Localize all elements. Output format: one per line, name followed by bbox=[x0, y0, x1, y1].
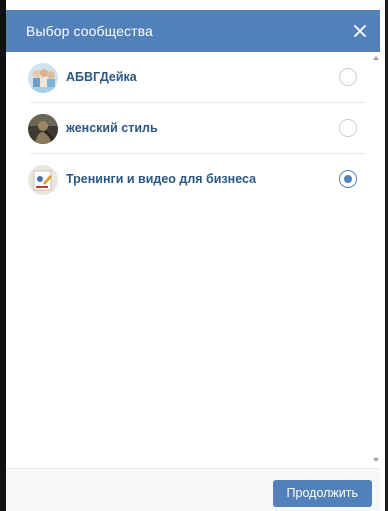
group-photo-avatar bbox=[28, 63, 58, 93]
business-avatar bbox=[28, 165, 58, 195]
dialog-footer: Продолжить bbox=[6, 468, 380, 511]
community-item-zhenskiy-stil[interactable]: женский стиль bbox=[18, 103, 366, 154]
community-name[interactable]: АБВГДейка bbox=[66, 70, 137, 84]
window-frame: Выбор сообщества АБВГДейка женский стиль… bbox=[0, 0, 388, 511]
dialog-header: Выбор сообщества bbox=[6, 10, 380, 52]
community-list: АБВГДейка женский стиль Тренинги и видео… bbox=[6, 52, 380, 205]
community-item-treningi[interactable]: Тренинги и видео для бизнеса bbox=[18, 154, 366, 205]
community-name[interactable]: женский стиль bbox=[66, 121, 158, 135]
close-icon bbox=[354, 25, 366, 37]
portrait-avatar bbox=[28, 114, 58, 144]
close-button[interactable] bbox=[350, 21, 370, 41]
radio-button[interactable] bbox=[339, 119, 357, 137]
list-scrollbar[interactable] bbox=[372, 52, 380, 466]
continue-button[interactable]: Продолжить bbox=[272, 480, 372, 507]
radio-selected-dot bbox=[344, 175, 352, 183]
scroll-up-icon[interactable] bbox=[373, 56, 379, 60]
radio-button-selected[interactable] bbox=[339, 170, 357, 188]
community-item-abvgdeika[interactable]: АБВГДейка bbox=[18, 52, 366, 103]
community-name[interactable]: Тренинги и видео для бизнеса bbox=[66, 172, 256, 186]
scroll-down-icon[interactable] bbox=[373, 458, 379, 462]
radio-button[interactable] bbox=[339, 68, 357, 86]
community-select-dialog: Выбор сообщества АБВГДейка женский стиль… bbox=[6, 10, 380, 511]
dialog-title: Выбор сообщества bbox=[26, 23, 153, 39]
